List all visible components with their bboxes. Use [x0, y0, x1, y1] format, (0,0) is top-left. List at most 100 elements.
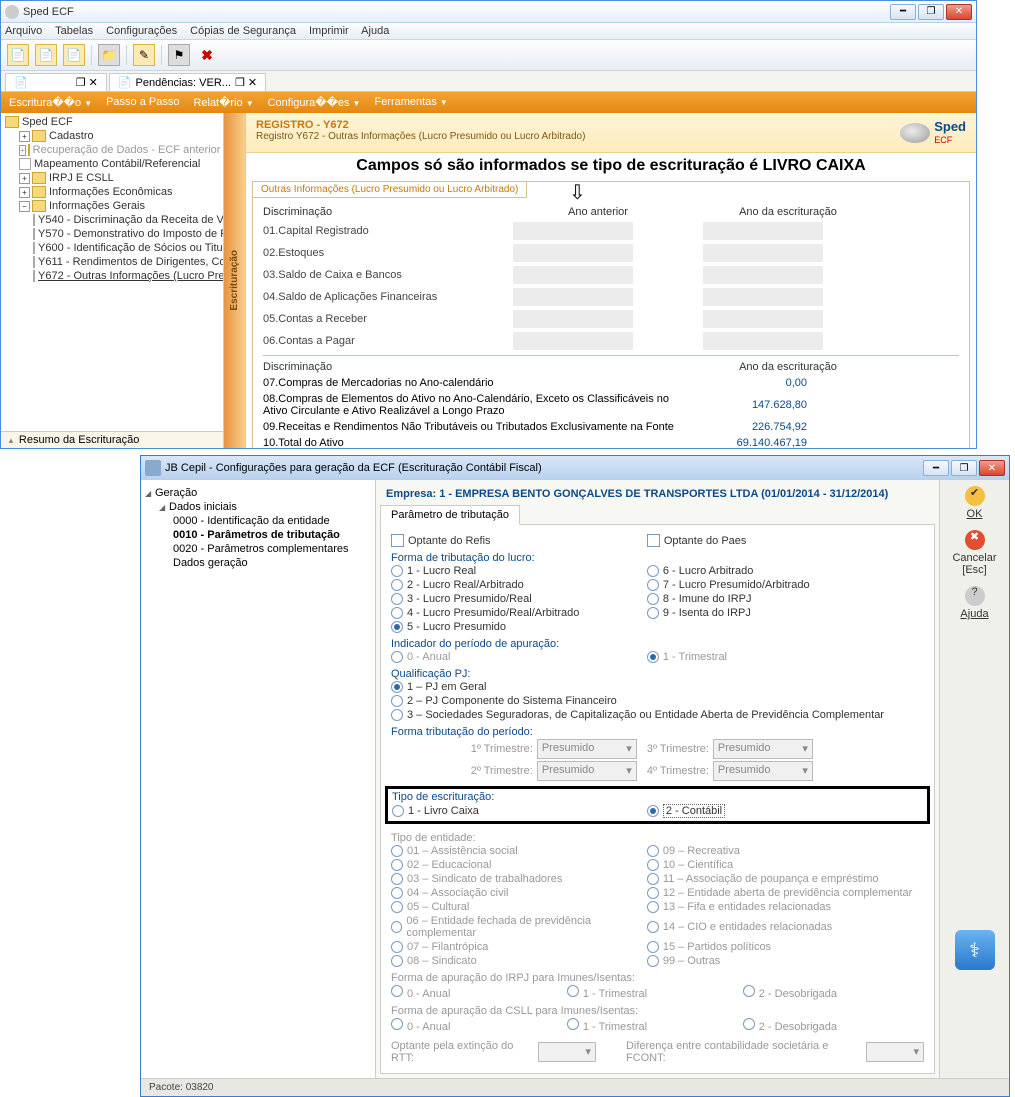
- rad-te1[interactable]: [392, 805, 404, 817]
- menu-arquivo[interactable]: Arquivo: [5, 25, 42, 37]
- toolbar-btn-3[interactable]: 📄: [63, 44, 85, 66]
- input-04-esc[interactable]: [703, 288, 823, 306]
- t2-0020[interactable]: 0020 - Parâmetros complementares: [145, 542, 371, 556]
- input-06-ant[interactable]: [513, 332, 633, 350]
- rad-qp3[interactable]: [391, 709, 403, 721]
- chk-paes[interactable]: [647, 534, 660, 547]
- rad-ip0: [391, 651, 403, 663]
- rad-fl7[interactable]: [647, 579, 659, 591]
- sect-ind-periodo: Indicador do período de apuração:: [391, 634, 924, 650]
- input-03-ant[interactable]: [513, 266, 633, 284]
- col-ano-escrituracao: Ano da escrituração: [693, 206, 883, 218]
- tree-y540[interactable]: Y540 - Discriminação da Receita de Venda…: [5, 213, 223, 227]
- input-02-ant[interactable]: [513, 244, 633, 262]
- menu-imprimir[interactable]: Imprimir: [309, 25, 349, 37]
- rad-te2[interactable]: [647, 805, 659, 817]
- toolbar-btn-2[interactable]: 📄: [35, 44, 57, 66]
- min2-button[interactable]: ━: [923, 460, 949, 476]
- rad-fl6[interactable]: [647, 565, 659, 577]
- tree-y672[interactable]: Y672 - Outras Informações (Lucro Presumi…: [5, 269, 223, 283]
- rad-fl2[interactable]: [391, 579, 403, 591]
- t2-geracao[interactable]: ◢Geração: [145, 486, 371, 500]
- nav-passo[interactable]: Passo a Passo: [106, 96, 179, 109]
- input-04-ant[interactable]: [513, 288, 633, 306]
- input-06-esc[interactable]: [703, 332, 823, 350]
- col-ano-anterior: Ano anterior: [503, 206, 693, 218]
- t2-dados-geracao[interactable]: Dados geração: [145, 556, 371, 570]
- titlebar2: JB Cepil - Configurações para geração da…: [141, 456, 1009, 480]
- maximize-button[interactable]: ❐: [918, 4, 944, 20]
- rad-qp2[interactable]: [391, 695, 403, 707]
- tree-footer[interactable]: ▲Resumo da Escrituração: [1, 431, 223, 448]
- tree-y570[interactable]: Y570 - Demonstrativo do Imposto de Renda…: [5, 227, 223, 241]
- rad-qp1[interactable]: [391, 681, 403, 693]
- nav-escrituracao[interactable]: Escritura��o ▼: [9, 96, 92, 109]
- menu-tabelas[interactable]: Tabelas: [55, 25, 93, 37]
- chk-refis[interactable]: [391, 534, 404, 547]
- input-01-esc[interactable]: [703, 222, 823, 240]
- rad-fl8[interactable]: [647, 593, 659, 605]
- toolbar-btn-1[interactable]: 📄: [7, 44, 29, 66]
- t2-0010[interactable]: 0010 - Parâmetros de tributação: [145, 528, 371, 542]
- form-panel: Outras Informações (Lucro Presumido ou L…: [252, 181, 970, 448]
- tab-1[interactable]: 📄 ❐ ✕: [5, 73, 107, 91]
- ok-button[interactable]: ✔OK: [942, 486, 1007, 520]
- rad-fl5[interactable]: [391, 621, 403, 633]
- input-02-esc[interactable]: [703, 244, 823, 262]
- panel-tab[interactable]: Outras Informações (Lucro Presumido ou L…: [252, 181, 527, 198]
- close-button[interactable]: ✕: [946, 4, 972, 20]
- toolbar-btn-6[interactable]: ⚑: [168, 44, 190, 66]
- tree-info-eco[interactable]: +Informações Econômicas: [5, 185, 223, 199]
- input-05-esc[interactable]: [703, 310, 823, 328]
- input-03-esc[interactable]: [703, 266, 823, 284]
- menu-ajuda[interactable]: Ajuda: [361, 25, 389, 37]
- tree-y611[interactable]: Y611 - Rendimentos de Dirigentes, Consel…: [5, 255, 223, 269]
- rad-e11: [647, 873, 659, 885]
- row-10: 10.Total do Ativo: [263, 437, 693, 448]
- tree-recuperacao[interactable]: +Recuperação de Dados - ECF anterior e E…: [5, 143, 223, 157]
- tree-irpj[interactable]: +IRPJ E CSLL: [5, 171, 223, 185]
- rad-irpj2: [743, 985, 755, 997]
- nav-relatorio[interactable]: Relat�rio ▼: [193, 96, 253, 109]
- max2-button[interactable]: ❐: [951, 460, 977, 476]
- tab-pendencias[interactable]: 📄Pendências: VER... ❐ ✕: [109, 73, 266, 91]
- rad-fl4[interactable]: [391, 607, 403, 619]
- tree-root[interactable]: Sped ECF: [5, 115, 223, 129]
- param-tab[interactable]: Parâmetro de tributação: [380, 505, 520, 525]
- toolbar: 📄 📄 📄 📁 ✎ ⚑ ✖: [1, 40, 976, 71]
- arrow-icon: ⇩: [569, 180, 586, 205]
- tree-mapeamento[interactable]: Mapeamento Contábil/Referencial: [5, 157, 223, 171]
- val-08: 147.628,80: [693, 399, 813, 411]
- rad-irpj1: [567, 985, 579, 997]
- vertical-tab[interactable]: Escrituração: [224, 113, 246, 448]
- toolbar-btn-close[interactable]: ✖: [196, 44, 218, 66]
- row-06: 06.Contas a Pagar: [263, 335, 503, 347]
- registry-desc: Registro Y672 - Outras Informações (Lucr…: [256, 131, 585, 142]
- val-09: 226.754,92: [693, 421, 813, 433]
- minimize-button[interactable]: ━: [890, 4, 916, 20]
- nav-ferramentas[interactable]: Ferramentas ▼: [374, 96, 447, 109]
- tree-info-gerais[interactable]: −Informações Gerais: [5, 199, 223, 213]
- toolbar-btn-4[interactable]: 📁: [98, 44, 120, 66]
- rad-irpj0: [391, 985, 403, 997]
- input-01-ant[interactable]: [513, 222, 633, 240]
- help-button[interactable]: ?Ajuda: [942, 586, 1007, 620]
- rad-fl9[interactable]: [647, 607, 659, 619]
- t2-0000[interactable]: 0000 - Identificação da entidade: [145, 514, 371, 528]
- tree-cadastro[interactable]: +Cadastro: [5, 129, 223, 143]
- nav-config[interactable]: Configura��es ▼: [268, 96, 361, 109]
- rad-fl3[interactable]: [391, 593, 403, 605]
- t2-dados-iniciais[interactable]: ◢Dados iniciais: [145, 500, 371, 514]
- tree-y600[interactable]: Y600 - Identificação de Sócios ou Titula…: [5, 241, 223, 255]
- input-05-ant[interactable]: [513, 310, 633, 328]
- rad-fl1[interactable]: [391, 565, 403, 577]
- cancel-button[interactable]: ✖Cancelar [Esc]: [942, 530, 1007, 576]
- orange-nav: Escritura��o ▼ Passo a Passo Relat�rio ▼…: [1, 92, 976, 113]
- rad-e07: [391, 941, 403, 953]
- document-tabs: 📄 ❐ ✕ 📄Pendências: VER... ❐ ✕: [1, 71, 976, 92]
- caduceus-icon: ⚕: [955, 930, 995, 970]
- toolbar-btn-5[interactable]: ✎: [133, 44, 155, 66]
- menu-config[interactable]: Configurações: [106, 25, 177, 37]
- menu-copias[interactable]: Cópias de Segurança: [190, 25, 296, 37]
- close2-button[interactable]: ✕: [979, 460, 1005, 476]
